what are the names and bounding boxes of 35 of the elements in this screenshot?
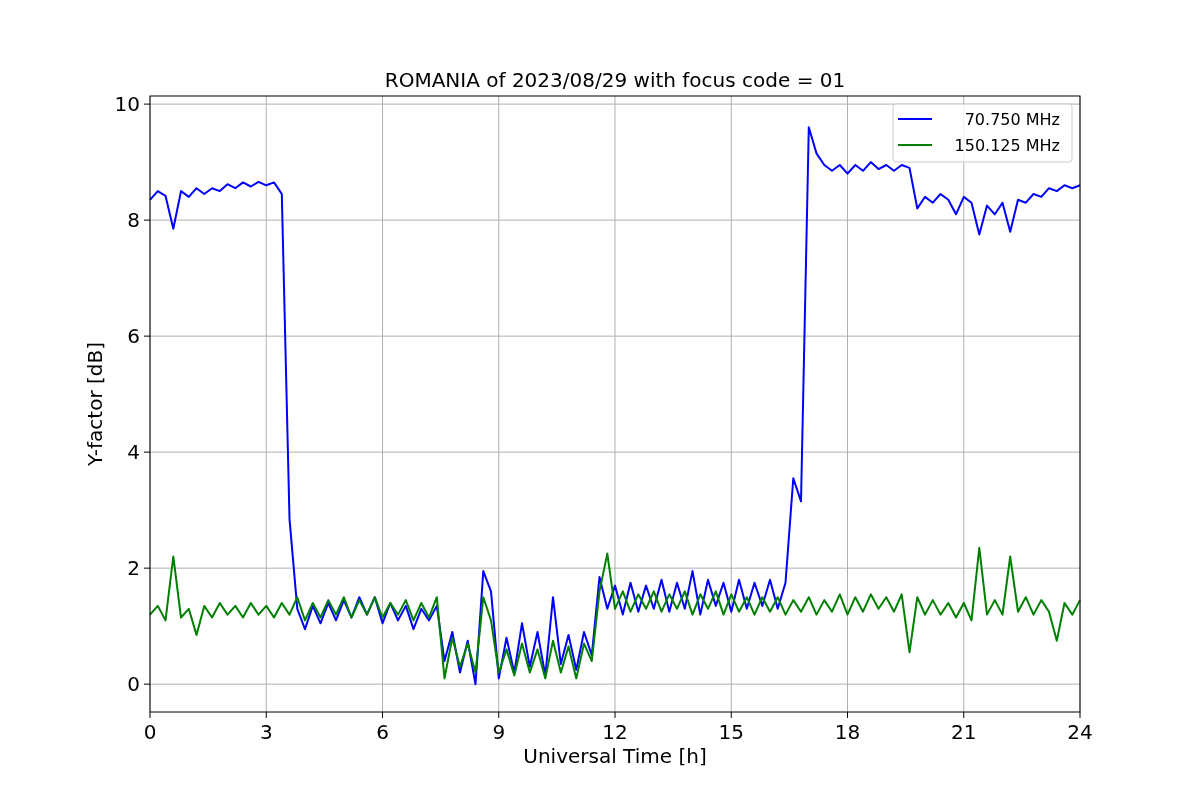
tick-mark <box>143 567 151 569</box>
tick-label: 0 <box>127 672 140 697</box>
tick-label: 24 <box>1067 720 1093 744</box>
tick-mark <box>143 103 151 105</box>
legend-label: 150.125 MHz <box>954 136 1060 155</box>
tick-label: 10 <box>114 92 140 117</box>
tick-mark <box>382 711 383 719</box>
legend-label: 70.750 MHz <box>964 110 1060 129</box>
tick-mark <box>1079 711 1081 719</box>
tick-label: 12 <box>602 720 628 744</box>
tick-label: 3 <box>259 720 273 744</box>
tick-label: 2 <box>127 556 140 581</box>
axis-label: Universal Time [h] <box>523 744 707 768</box>
tick-mark <box>730 711 732 719</box>
tick-label: 18 <box>834 720 861 744</box>
tick-label: 8 <box>127 208 140 233</box>
tick-mark <box>143 219 151 221</box>
tick-mark <box>143 451 151 453</box>
tick-mark <box>847 711 848 719</box>
tick-mark <box>963 711 965 719</box>
axis-label: Y-factor [dB] <box>83 342 107 466</box>
tick-mark <box>143 335 151 337</box>
tick-label: 4 <box>127 440 140 465</box>
tick-mark <box>149 711 151 719</box>
chart-title: ROMANIA of 2023/08/29 with focus code = 01 <box>384 68 846 92</box>
tick-mark <box>614 711 616 719</box>
tick-mark <box>498 711 500 719</box>
tick-label: 15 <box>718 720 744 744</box>
tick-mark <box>265 711 267 719</box>
tick-mark <box>143 683 151 685</box>
tick-label: 0 <box>143 720 157 744</box>
tick-label: 9 <box>492 720 506 744</box>
tick-label: 6 <box>127 324 140 349</box>
tick-label: 21 <box>951 720 977 744</box>
tick-label: 6 <box>376 720 389 744</box>
